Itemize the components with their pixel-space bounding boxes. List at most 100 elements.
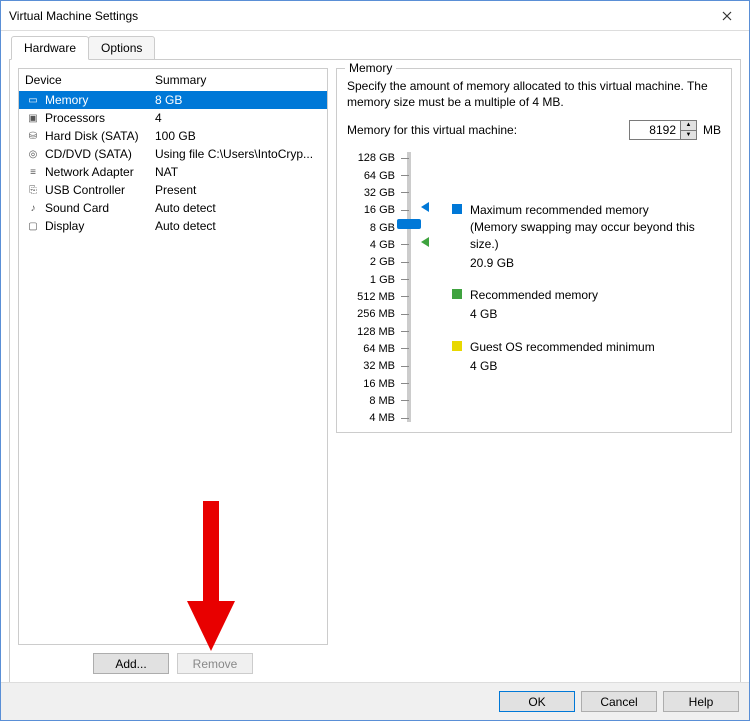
tab-strip: Hardware Options xyxy=(1,31,749,59)
legend-rec-value: 4 GB xyxy=(470,306,598,323)
tab-options[interactable]: Options xyxy=(88,36,155,60)
tab-body: Device Summary ▭Memory8 GB▣ Processors4 ⛁H… xyxy=(9,59,741,683)
legend-max-label: Maximum recommended memory xyxy=(470,202,721,219)
scale-tick: 16 MB xyxy=(347,378,419,390)
col-summary: Summary xyxy=(155,73,206,87)
device-row-sound-card[interactable]: ♪ Sound CardAuto detect xyxy=(19,199,327,217)
tick-label: 128 GB xyxy=(347,152,395,164)
legend-max-value: 20.9 GB xyxy=(470,255,721,272)
device-row-memory[interactable]: ▭Memory8 GB xyxy=(19,91,327,109)
tick-label: 256 MB xyxy=(347,308,395,320)
scale-tick: 64 MB xyxy=(347,343,419,355)
device-name: Hard Disk (SATA) xyxy=(45,129,155,143)
device-list-header: Device Summary xyxy=(19,69,327,91)
memory-scale[interactable]: 128 GB64 GB32 GB16 GB8 GB4 GB2 GB1 GB512… xyxy=(347,152,442,422)
memory-legend-list: Maximum recommended memory (Memory swapp… xyxy=(452,152,721,422)
device-row-network-adapter[interactable]: ≡ Network AdapterNAT xyxy=(19,163,327,181)
right-pane: Memory Specify the amount of memory allo… xyxy=(336,68,732,674)
memory-input-row: Memory for this virtual machine: ▲ ▼ MB xyxy=(347,120,721,140)
scale-tick: 128 MB xyxy=(347,326,419,338)
scale-tick: 1 GB xyxy=(347,274,419,286)
device-row-display[interactable]: ▢ DisplayAuto detect xyxy=(19,217,327,235)
scale-tick: 16 GB xyxy=(347,204,419,216)
bottom-bar: OK Cancel Help xyxy=(1,682,749,720)
tick-label: 32 MB xyxy=(347,360,395,372)
title-bar: Virtual Machine Settings xyxy=(1,1,749,31)
col-device: Device xyxy=(25,73,155,87)
scale-tick: 4 MB xyxy=(347,412,419,424)
memory-legend: Memory xyxy=(345,61,396,75)
device-row-cd-dvd-sata-[interactable]: ◎ CD/DVD (SATA)Using file C:\Users\IntoCr… xyxy=(19,145,327,163)
legend-min-label: Guest OS recommended minimum xyxy=(470,339,655,356)
help-button[interactable]: Help xyxy=(663,691,739,712)
green-swatch-icon xyxy=(452,289,462,299)
tick-label: 4 GB xyxy=(347,239,395,251)
device-name: Sound Card xyxy=(45,201,155,215)
device-row-processors[interactable]: ▣ Processors4 xyxy=(19,109,327,127)
yellow-swatch-icon xyxy=(452,341,462,351)
tick-label: 512 MB xyxy=(347,291,395,303)
tick-label: 16 GB xyxy=(347,204,395,216)
memory-icon: ▭ xyxy=(25,92,41,108)
window-title: Virtual Machine Settings xyxy=(9,9,138,23)
legend-min: Guest OS recommended minimum 4 GB xyxy=(452,339,721,375)
legend-rec: Recommended memory 4 GB xyxy=(452,287,721,323)
scale-tick: 256 MB xyxy=(347,308,419,320)
memory-spinner[interactable]: ▲ ▼ xyxy=(629,120,697,140)
tick-label: 4 MB xyxy=(347,412,395,424)
scale-tick: 128 GB xyxy=(347,152,419,164)
scale-tick: 64 GB xyxy=(347,170,419,182)
spinner-arrows[interactable]: ▲ ▼ xyxy=(680,121,696,139)
add-button[interactable]: Add... xyxy=(93,653,169,674)
left-pane: Device Summary ▭Memory8 GB▣ Processors4 ⛁H… xyxy=(18,68,328,674)
device-list: Device Summary ▭Memory8 GB▣ Processors4 ⛁H… xyxy=(18,68,328,645)
remove-button[interactable]: Remove xyxy=(177,653,253,674)
memory-scale-area: 128 GB64 GB32 GB16 GB8 GB4 GB2 GB1 GB512… xyxy=(347,152,721,422)
scale-tick: 32 MB xyxy=(347,360,419,372)
spinner-down-icon[interactable]: ▼ xyxy=(681,131,696,140)
max-marker-icon xyxy=(421,202,429,212)
memory-description: Specify the amount of memory allocated t… xyxy=(347,79,721,110)
display-icon: ▢ xyxy=(25,218,41,234)
nic-icon: ≡ xyxy=(25,164,41,180)
legend-max: Maximum recommended memory (Memory swapp… xyxy=(452,202,721,271)
memory-slider-thumb[interactable] xyxy=(397,219,421,229)
cpu-icon: ▣ xyxy=(25,110,41,126)
usb-icon: ⎘ xyxy=(25,182,41,198)
tick-label: 32 GB xyxy=(347,187,395,199)
legend-rec-label: Recommended memory xyxy=(470,287,598,304)
scale-tick: 512 MB xyxy=(347,291,419,303)
legend-max-note: (Memory swapping may occur beyond this s… xyxy=(470,219,721,253)
device-name: Display xyxy=(45,219,155,233)
device-summary: 4 xyxy=(155,111,321,125)
device-name: CD/DVD (SATA) xyxy=(45,147,155,161)
device-summary: Auto detect xyxy=(155,201,321,215)
device-row-hard-disk-sata-[interactable]: ⛁Hard Disk (SATA)100 GB xyxy=(19,127,327,145)
device-name: Network Adapter xyxy=(45,165,155,179)
scale-tick: 4 GB xyxy=(347,239,419,251)
tick-label: 128 MB xyxy=(347,326,395,338)
device-row-usb-controller[interactable]: ⎘USB ControllerPresent xyxy=(19,181,327,199)
cd-icon: ◎ xyxy=(25,146,41,162)
memory-input[interactable] xyxy=(630,121,680,139)
device-summary: Auto detect xyxy=(155,219,321,233)
device-summary: 100 GB xyxy=(155,129,321,143)
tick-label: 2 GB xyxy=(347,256,395,268)
tick-label: 1 GB xyxy=(347,274,395,286)
cancel-button[interactable]: Cancel xyxy=(581,691,657,712)
device-summary: Using file C:\Users\IntoCryp... xyxy=(155,147,321,161)
blue-swatch-icon xyxy=(452,204,462,214)
sound-icon: ♪ xyxy=(25,200,41,216)
scale-tick: 2 GB xyxy=(347,256,419,268)
ok-button[interactable]: OK xyxy=(499,691,575,712)
memory-unit: MB xyxy=(703,123,721,137)
close-icon xyxy=(722,11,732,21)
close-button[interactable] xyxy=(704,1,749,31)
device-buttons: Add... Remove xyxy=(18,645,328,674)
device-summary: NAT xyxy=(155,165,321,179)
device-name: Processors xyxy=(45,111,155,125)
tab-hardware[interactable]: Hardware xyxy=(11,36,89,60)
tick-label: 16 MB xyxy=(347,378,395,390)
tick-label: 8 MB xyxy=(347,395,395,407)
spinner-up-icon[interactable]: ▲ xyxy=(681,121,696,131)
